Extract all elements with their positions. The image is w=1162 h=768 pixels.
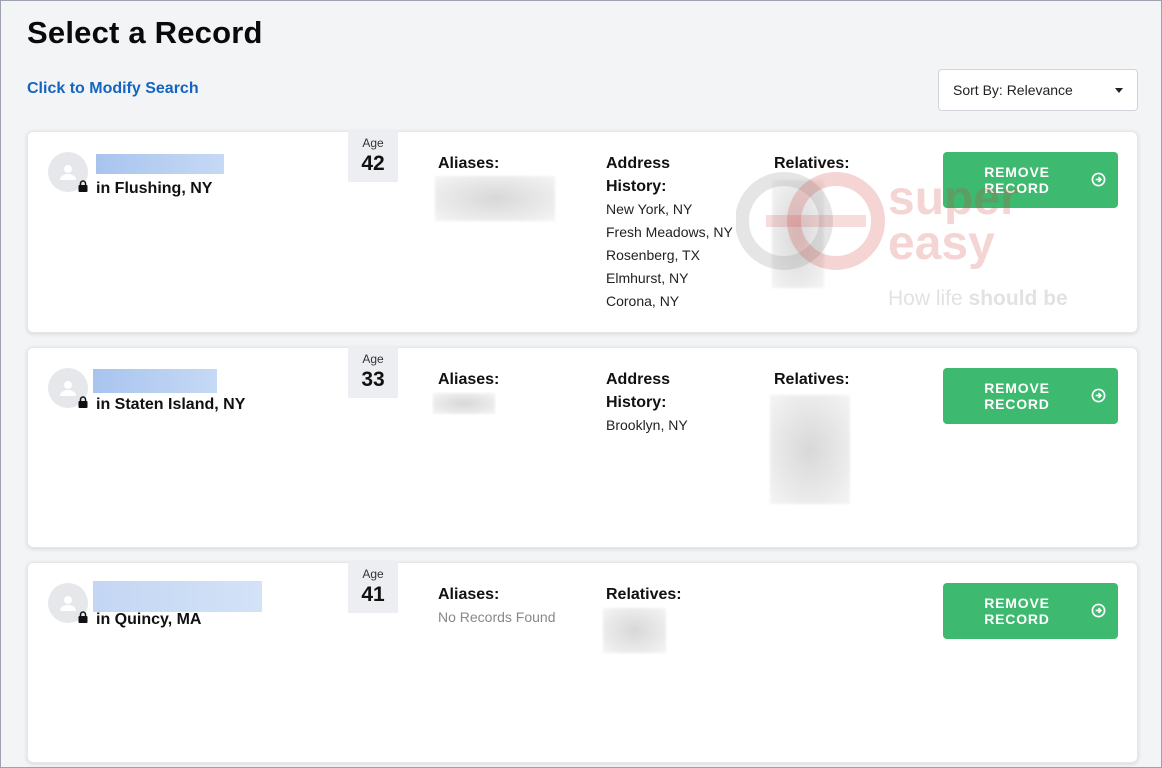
age-label: Age [362, 567, 384, 581]
address-list: Brooklyn, NY [606, 414, 688, 437]
redacted-name [93, 369, 217, 393]
record-location: in Staten Island, NY [96, 396, 246, 413]
address-item: Corona, NY [606, 293, 680, 309]
sort-select[interactable]: Sort By: Relevance [938, 69, 1138, 111]
arrow-circle-right-icon [1091, 172, 1106, 187]
person-icon [60, 596, 76, 611]
redacted-name [93, 581, 262, 612]
age-value: 41 [361, 583, 385, 606]
age-label: Age [362, 352, 384, 366]
aliases-heading: Aliases: [438, 371, 500, 388]
aliases-heading: Aliases: [438, 155, 500, 172]
sort-label: Sort By: Relevance [953, 82, 1073, 98]
age-value: 42 [361, 152, 385, 175]
record-card: in Quincy, MA Age 41 Aliases: No Records… [27, 562, 1138, 763]
redacted-aliases [433, 393, 495, 414]
record-location: in Flushing, NY [96, 180, 213, 197]
age-badge: Age 42 [348, 131, 398, 182]
record-card: in Staten Island, NY Age 33 Aliases: Add… [27, 347, 1138, 548]
age-label: Age [362, 136, 384, 150]
address-item: Rosenberg, TX [606, 247, 700, 263]
remove-record-button[interactable]: REMOVE RECORD [943, 152, 1118, 208]
redacted-relatives [772, 180, 824, 288]
arrow-circle-right-icon [1091, 388, 1106, 403]
relatives-heading: Relatives: [606, 586, 682, 603]
remove-record-button[interactable]: REMOVE RECORD [943, 368, 1118, 424]
modify-search-link[interactable]: Click to Modify Search [27, 80, 199, 98]
arrow-circle-right-icon [1091, 603, 1106, 618]
redacted-name [96, 154, 224, 174]
address-list: New York, NY Fresh Meadows, NY Rosenberg… [606, 198, 733, 313]
relatives-heading: Relatives: [774, 371, 850, 388]
age-value: 33 [361, 368, 385, 391]
redacted-relatives [770, 395, 850, 504]
no-records-text: No Records Found [438, 609, 556, 625]
address-item: Brooklyn, NY [606, 417, 688, 433]
lock-icon [78, 396, 88, 408]
redacted-relatives [603, 608, 666, 653]
address-history-heading: Address History: [606, 371, 671, 411]
address-history-heading: Address History: [606, 155, 671, 195]
caret-down-icon [1115, 87, 1123, 93]
record-card: in Flushing, NY Age 42 Aliases: Address … [27, 131, 1138, 333]
address-item: New York, NY [606, 201, 693, 217]
aliases-heading: Aliases: [438, 586, 500, 603]
age-badge: Age 41 [348, 562, 398, 613]
address-item: Fresh Meadows, NY [606, 224, 733, 240]
lock-icon [78, 611, 88, 623]
relatives-heading: Relatives: [774, 155, 850, 172]
record-location: in Quincy, MA [96, 611, 202, 628]
age-badge: Age 33 [348, 347, 398, 398]
person-icon [60, 165, 76, 180]
remove-record-button[interactable]: REMOVE RECORD [943, 583, 1118, 639]
page-title: Select a Record [27, 15, 263, 50]
person-icon [60, 381, 76, 396]
lock-icon [78, 180, 88, 192]
redacted-aliases [435, 176, 555, 221]
address-item: Elmhurst, NY [606, 270, 689, 286]
